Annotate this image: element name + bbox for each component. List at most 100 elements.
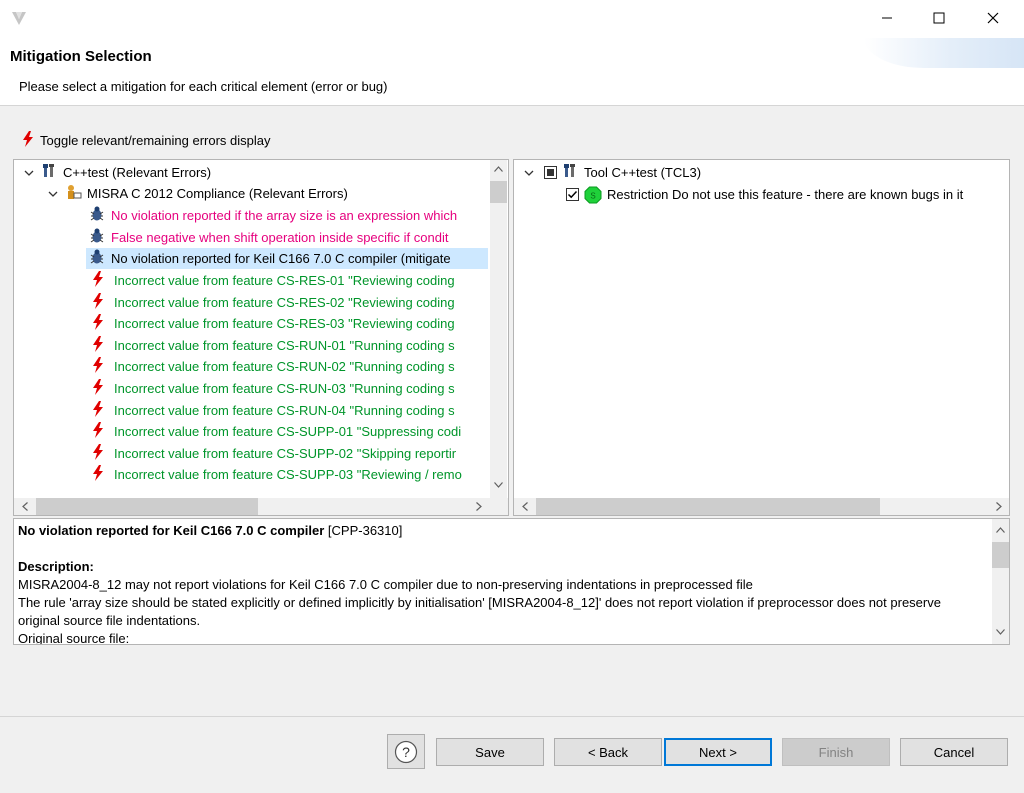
toggle-errors-label: Toggle relevant/remaining errors display xyxy=(40,132,271,148)
description-id: [CPP-36310] xyxy=(327,523,403,538)
tree-error-label: Incorrect value from feature CS-RUN-04 "… xyxy=(114,402,455,418)
restriction-checkbox[interactable] xyxy=(566,188,579,201)
scroll-up-arrow-icon[interactable] xyxy=(992,521,1009,538)
tree-tool-row[interactable]: Tool C++test (TCL3) xyxy=(522,162,701,183)
scroll-left-arrow-icon[interactable] xyxy=(516,498,533,515)
tree-error-label: Incorrect value from feature CS-SUPP-02 … xyxy=(114,445,457,461)
description-text: No violation reported for Keil C166 7.0 … xyxy=(18,522,983,644)
lightning-icon xyxy=(92,335,104,355)
tree-bug-label: No violation reported if the array size … xyxy=(111,208,458,223)
left-horizontal-scroll-thumb[interactable] xyxy=(36,498,258,515)
left-vertical-scrollbar[interactable] xyxy=(490,160,507,498)
tree-error-label: Incorrect value from feature CS-RUN-02 "… xyxy=(114,359,455,375)
chevron-down-icon[interactable] xyxy=(522,166,536,180)
scroll-up-arrow-icon[interactable] xyxy=(490,160,507,177)
tool-icon xyxy=(42,163,58,182)
tree-bug-row[interactable]: False negative when shift operation insi… xyxy=(88,227,448,248)
restriction-icon: S xyxy=(584,186,602,204)
tree-error-row[interactable]: Incorrect value from feature CS-RUN-03 "… xyxy=(92,378,455,399)
description-title: No violation reported for Keil C166 7.0 … xyxy=(18,523,325,538)
toggle-errors-display[interactable]: Toggle relevant/remaining errors display xyxy=(22,130,271,150)
tree-error-row[interactable]: Incorrect value from feature CS-SUPP-02 … xyxy=(92,443,456,464)
relevant-errors-tree[interactable]: C++test (Relevant Errors) MISRA C 2012 C… xyxy=(13,159,509,516)
finish-button[interactable]: Finish xyxy=(782,738,890,766)
scroll-down-arrow-icon[interactable] xyxy=(992,623,1009,640)
tree-group-label: MISRA C 2012 Compliance (Relevant Errors… xyxy=(87,186,348,201)
lightning-icon xyxy=(92,400,104,420)
save-button[interactable]: Save xyxy=(436,738,544,766)
maximize-button[interactable] xyxy=(916,0,962,36)
tree-error-label: Incorrect value from feature CS-RUN-01 "… xyxy=(114,337,455,353)
tree-error-row[interactable]: Incorrect value from feature CS-RUN-01 "… xyxy=(92,335,455,356)
lightning-icon xyxy=(92,422,104,441)
header-banner-graphic xyxy=(864,38,1024,68)
tree-error-row[interactable]: Incorrect value from feature CS-RES-01 "… xyxy=(92,270,455,291)
bug-icon xyxy=(88,248,106,269)
tristate-checkbox[interactable] xyxy=(544,166,557,179)
lightning-icon xyxy=(92,443,104,463)
svg-text:?: ? xyxy=(402,744,410,760)
tree-error-row[interactable]: Incorrect value from feature CS-RES-03 "… xyxy=(92,313,455,334)
tree-error-label: Incorrect value from feature CS-RUN-03 "… xyxy=(114,381,455,396)
description-heading: Description: xyxy=(18,559,94,574)
tool-icon xyxy=(563,163,579,182)
lightning-icon xyxy=(92,379,104,398)
tree-tool-label: Tool C++test (TCL3) xyxy=(584,165,702,180)
page-title: Mitigation Selection xyxy=(10,48,152,65)
description-line: The rule 'array size should be stated ex… xyxy=(18,595,941,628)
right-horizontal-scroll-thumb[interactable] xyxy=(536,498,880,515)
scroll-right-arrow-icon[interactable] xyxy=(990,498,1007,515)
description-line: MISRA2004-8_12 may not report violations… xyxy=(18,577,753,592)
tree-error-label: Incorrect value from feature CS-RES-02 "… xyxy=(114,294,455,310)
lightning-icon xyxy=(92,357,104,376)
help-button[interactable]: ? xyxy=(387,734,425,769)
svg-text:S: S xyxy=(590,191,595,200)
tree-error-row[interactable]: Incorrect value from feature CS-SUPP-03 … xyxy=(92,464,462,485)
tree-bug-row[interactable]: No violation reported if the array size … xyxy=(88,205,457,226)
scroll-left-arrow-icon[interactable] xyxy=(16,498,33,515)
minimize-button[interactable] xyxy=(864,0,910,36)
page-subtitle: Please select a mitigation for each crit… xyxy=(19,79,388,94)
tree-bug-row-selected[interactable]: No violation reported for Keil C166 7.0 … xyxy=(86,248,488,269)
left-vertical-scroll-thumb[interactable] xyxy=(490,181,507,203)
scroll-down-arrow-icon[interactable] xyxy=(490,476,507,493)
lightning-icon xyxy=(92,292,104,312)
description-scroll-thumb[interactable] xyxy=(992,542,1009,568)
tree-restriction-label: Restriction Do not use this feature - th… xyxy=(607,187,964,202)
bug-icon xyxy=(88,205,106,226)
lightning-icon xyxy=(92,465,104,484)
tree-error-label: Incorrect value from feature CS-SUPP-01 … xyxy=(114,424,462,440)
back-button[interactable]: < Back xyxy=(554,738,662,766)
left-horizontal-scrollbar[interactable] xyxy=(14,498,508,515)
tree-error-row[interactable]: Incorrect value from feature CS-RUN-04 "… xyxy=(92,400,455,421)
bug-icon xyxy=(88,227,106,248)
next-button[interactable]: Next > xyxy=(664,738,772,766)
chevron-down-icon[interactable] xyxy=(46,187,60,201)
help-icon: ? xyxy=(394,740,418,763)
tree-bug-label: False negative when shift operation insi… xyxy=(111,230,449,245)
tool-mitigation-tree[interactable]: Tool C++test (TCL3) S Restriction Do not… xyxy=(513,159,1010,516)
tree-restriction-row[interactable]: S Restriction Do not use this feature - … xyxy=(566,184,963,205)
lightning-icon xyxy=(92,271,104,290)
tree-error-row[interactable]: Incorrect value from feature CS-RUN-02 "… xyxy=(92,356,455,377)
scroll-right-arrow-icon[interactable] xyxy=(470,498,487,515)
tree-bug-label: No violation reported for Keil C166 7.0 … xyxy=(111,251,451,266)
tree-error-label: Incorrect value from feature CS-RES-03 "… xyxy=(114,316,455,332)
tree-root-label: C++test (Relevant Errors) xyxy=(63,165,212,180)
description-vertical-scrollbar[interactable] xyxy=(992,519,1009,644)
tree-root-row[interactable]: C++test (Relevant Errors) xyxy=(22,162,211,183)
close-button[interactable] xyxy=(970,0,1016,36)
lightning-icon xyxy=(92,314,104,333)
description-panel[interactable]: No violation reported for Keil C166 7.0 … xyxy=(13,518,1010,645)
right-horizontal-scrollbar[interactable] xyxy=(514,498,1009,515)
tree-error-row[interactable]: Incorrect value from feature CS-SUPP-01 … xyxy=(92,421,461,442)
lightning-icon xyxy=(22,130,34,150)
wizard-header: Mitigation Selection Please select a mit… xyxy=(0,38,1024,106)
chevron-down-icon[interactable] xyxy=(22,166,36,180)
tree-group-row[interactable]: MISRA C 2012 Compliance (Relevant Errors… xyxy=(46,183,348,204)
tree-error-label: Incorrect value from feature CS-RES-01 "… xyxy=(114,273,455,288)
app-logo-icon xyxy=(10,9,28,27)
tree-error-row[interactable]: Incorrect value from feature CS-RES-02 "… xyxy=(92,292,455,313)
user-folder-icon xyxy=(66,184,82,203)
cancel-button[interactable]: Cancel xyxy=(900,738,1008,766)
